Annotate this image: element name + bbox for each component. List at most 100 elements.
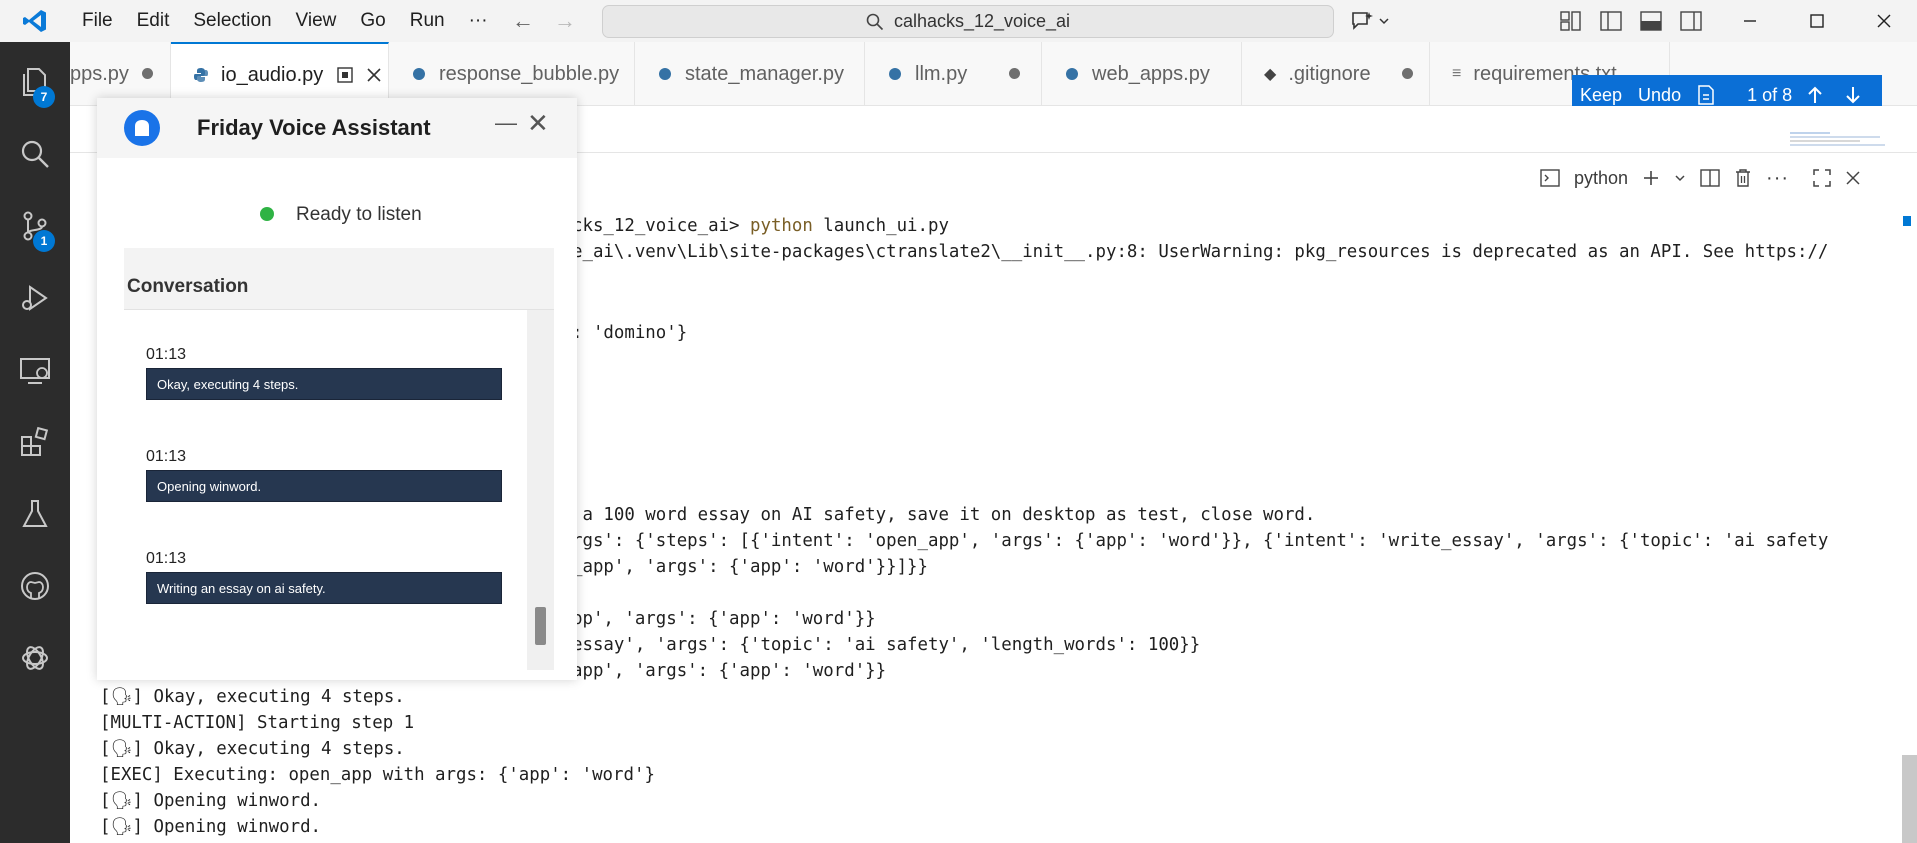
change-counter: 1 of 8	[1747, 84, 1793, 105]
conversation-scrollbar-thumb[interactable]	[535, 607, 546, 645]
close-panel-icon[interactable]	[1845, 170, 1861, 186]
message-bubble: Okay, executing 4 steps.	[146, 368, 502, 400]
maximize-icon[interactable]	[1783, 0, 1850, 42]
terminal-line: pp', 'args': {'app': 'word'}}	[572, 609, 876, 629]
menu-edit[interactable]: Edit	[125, 0, 182, 42]
modified-dot-icon	[142, 68, 153, 79]
terminal-line: [🗣] Opening winword.	[100, 791, 322, 811]
python-file-icon	[1066, 68, 1078, 80]
menu-more[interactable]: ···	[457, 0, 500, 42]
scroll-position-marker	[1903, 216, 1911, 226]
search-text: calhacks_12_voice_ai	[893, 11, 1071, 31]
source-control-icon[interactable]: 1	[0, 196, 70, 256]
tab-io-audio[interactable]: io_audio.py	[171, 42, 389, 106]
tab-label: .gitignore	[1288, 62, 1371, 85]
customize-layout-icon[interactable]	[1560, 11, 1582, 31]
remote-explorer-icon[interactable]	[0, 340, 70, 400]
tab-label: io_audio.py	[221, 63, 324, 86]
python-file-icon	[659, 68, 671, 80]
message-time: 01:13	[146, 448, 187, 465]
terminal-line: rgs': {'steps': [{'intent': 'open_app', …	[572, 531, 1829, 551]
menu-go[interactable]: Go	[348, 0, 397, 42]
friday-title-bar[interactable]: Friday Voice Assistant — ✕	[97, 98, 577, 158]
scm-badge: 1	[33, 230, 55, 252]
undo-button[interactable]: Undo	[1630, 85, 1689, 106]
maximize-panel-icon[interactable]	[1813, 169, 1831, 187]
friday-assistant-window: Friday Voice Assistant — ✕ Ready to list…	[97, 98, 577, 680]
layout-controls	[1560, 0, 1702, 42]
close-tab-icon[interactable]	[367, 68, 381, 82]
github-icon[interactable]	[0, 556, 70, 616]
tab-state-manager[interactable]: state_manager.py	[635, 42, 865, 106]
terminal-line: _app', 'args': {'app': 'word'}}]}}	[572, 557, 928, 577]
chevron-down-icon	[1379, 18, 1389, 25]
tab-label: state_manager.py	[685, 62, 844, 85]
tab-label: pps.py	[70, 62, 129, 85]
explorer-badge: 7	[33, 86, 55, 108]
text-file-icon: ≡	[1452, 65, 1462, 82]
back-arrow-icon[interactable]: ←	[512, 8, 534, 34]
command-center-search[interactable]: calhacks_12_voice_ai	[602, 5, 1334, 38]
terminal-line: cks_12_voice_ai> python launch_ui.py	[572, 216, 949, 236]
terminal-scrollbar[interactable]	[1897, 216, 1917, 843]
terminal-line: [🗣] Okay, executing 4 steps.	[100, 739, 405, 759]
toggle-panel-icon[interactable]	[1640, 11, 1662, 31]
minimize-icon[interactable]	[1716, 0, 1783, 42]
activity-bar: 7 1	[0, 42, 70, 843]
python-file-icon	[413, 68, 425, 80]
modified-dot-icon	[1009, 68, 1020, 79]
terminal-shell-label[interactable]: python	[1574, 168, 1628, 189]
openai-icon[interactable]	[0, 628, 70, 688]
terminal-line: [MULTI-ACTION] Starting step 1	[100, 713, 415, 733]
testing-icon[interactable]	[0, 484, 70, 544]
menu-file[interactable]: File	[70, 0, 125, 42]
toggle-primary-sidebar-icon[interactable]	[1600, 11, 1622, 31]
forward-arrow-icon[interactable]: →	[554, 8, 576, 34]
window-controls	[1716, 0, 1917, 42]
search-sidebar-icon[interactable]	[0, 124, 70, 184]
menu-run[interactable]: Run	[398, 0, 457, 42]
terminal-line: [EXEC] Executing: open_app with args: {'…	[100, 765, 655, 785]
keep-button[interactable]: Keep	[1572, 85, 1630, 106]
search-icon	[866, 13, 884, 30]
diff-file-icon[interactable]	[1697, 85, 1715, 105]
tab-gitignore[interactable]: ◆ .gitignore	[1242, 42, 1430, 106]
menu-view[interactable]: View	[284, 0, 349, 42]
status-indicator-icon	[260, 207, 274, 221]
tab-label: web_apps.py	[1092, 62, 1210, 85]
tab-response-bubble[interactable]: response_bubble.py	[389, 42, 635, 106]
extensions-icon[interactable]	[0, 412, 70, 472]
modified-dot-icon	[1402, 68, 1413, 79]
terminal-toolbar: python ···	[1540, 160, 1861, 196]
close-icon[interactable]: ✕	[527, 108, 549, 139]
minimize-icon[interactable]: —	[495, 110, 517, 136]
tab-llm[interactable]: llm.py	[865, 42, 1042, 106]
explorer-icon[interactable]: 7	[0, 52, 70, 112]
message-time: 01:13	[146, 550, 187, 567]
chevron-down-icon[interactable]	[1674, 172, 1686, 184]
toggle-secondary-sidebar-icon[interactable]	[1680, 11, 1702, 31]
status-text: Ready to listen	[296, 204, 422, 225]
menu-bar: File Edit Selection View Go Run ···	[70, 0, 500, 42]
message-bubble: Writing an essay on ai safety.	[146, 572, 502, 604]
tab-web-apps[interactable]: web_apps.py	[1042, 42, 1242, 106]
minimap[interactable]	[1790, 130, 1890, 150]
trash-icon[interactable]	[1734, 168, 1752, 188]
close-window-icon[interactable]	[1850, 0, 1917, 42]
menu-selection[interactable]: Selection	[181, 0, 283, 42]
arrow-up-icon[interactable]	[1806, 85, 1824, 105]
arrow-down-icon[interactable]	[1844, 85, 1862, 105]
tab-web-apps-partial[interactable]: pps.py	[70, 42, 171, 106]
terminal-line: [🗣] Opening winword.	[100, 817, 322, 837]
navigation-arrows: ← →	[512, 0, 576, 42]
message-time: 01:13	[146, 346, 187, 363]
copilot-menu[interactable]	[1350, 0, 1390, 42]
run-debug-icon[interactable]	[0, 268, 70, 328]
split-terminal-icon[interactable]	[1700, 169, 1720, 187]
add-terminal-icon[interactable]	[1642, 169, 1660, 187]
tab-label: llm.py	[915, 62, 968, 85]
terminal-icon	[1540, 169, 1560, 187]
terminal-scrollbar-thumb[interactable]	[1902, 755, 1917, 843]
more-actions-icon[interactable]: ···	[1766, 167, 1789, 190]
friday-app-icon	[124, 110, 160, 146]
